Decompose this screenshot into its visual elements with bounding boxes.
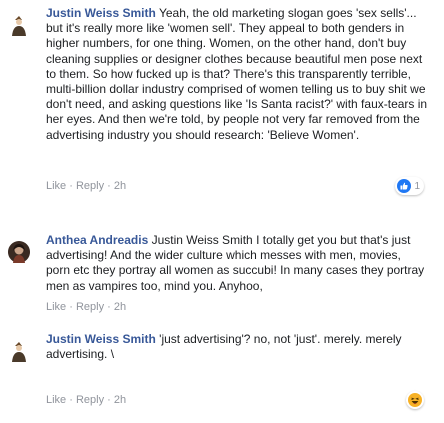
comment: Anthea Andreadis Justin Weiss Smith I to… [0,233,444,313]
reply-link[interactable]: Reply [76,180,104,192]
avatar[interactable] [8,241,30,263]
user-avatar-icon [8,340,30,362]
separator: · [107,180,114,192]
reaction-count: 1 [414,180,420,192]
like-link[interactable]: Like [46,394,66,406]
comment-thread: Justin Weiss Smith Yeah, the old marketi… [0,0,444,423]
reaction-badge[interactable]: 1 [395,177,424,195]
comment: Justin Weiss Smith 'just advertising'? n… [0,332,444,412]
comment-body: Justin Weiss Smith Yeah, the old marketi… [46,6,428,143]
separator: · [69,394,76,406]
comment-timestamp[interactable]: 2h [114,180,126,192]
user-avatar-icon [8,14,30,36]
avatar[interactable] [8,14,30,36]
reply-link[interactable]: Reply [76,394,104,406]
comment-timestamp[interactable]: 2h [114,394,126,406]
separator: · [107,394,114,406]
haha-reaction-icon [408,393,422,407]
separator: · [69,301,76,313]
separator: · [107,301,114,313]
like-link[interactable]: Like [46,301,66,313]
separator: · [69,180,76,192]
comment-author[interactable]: Anthea Andreadis [46,233,148,247]
comment-author[interactable]: Justin Weiss Smith [46,332,156,346]
comment-actions: Like · Reply · 2h [46,180,126,192]
user-avatar-icon [8,241,30,263]
comment-author[interactable]: Justin Weiss Smith [46,6,156,20]
reaction-badge[interactable] [406,391,424,409]
comment-text: Yeah, the old marketing slogan goes 'sex… [46,6,428,142]
comment: Justin Weiss Smith Yeah, the old marketi… [0,6,444,206]
avatar[interactable] [8,340,30,362]
reply-link[interactable]: Reply [76,301,104,313]
like-link[interactable]: Like [46,180,66,192]
comment-body: Justin Weiss Smith 'just advertising'? n… [46,332,428,362]
comment-actions: Like · Reply · 2h [46,394,126,406]
comment-body: Anthea Andreadis Justin Weiss Smith I to… [46,233,428,294]
comment-actions: Like · Reply · 2h [46,301,126,313]
comment-timestamp[interactable]: 2h [114,301,126,313]
like-reaction-icon [397,179,412,193]
